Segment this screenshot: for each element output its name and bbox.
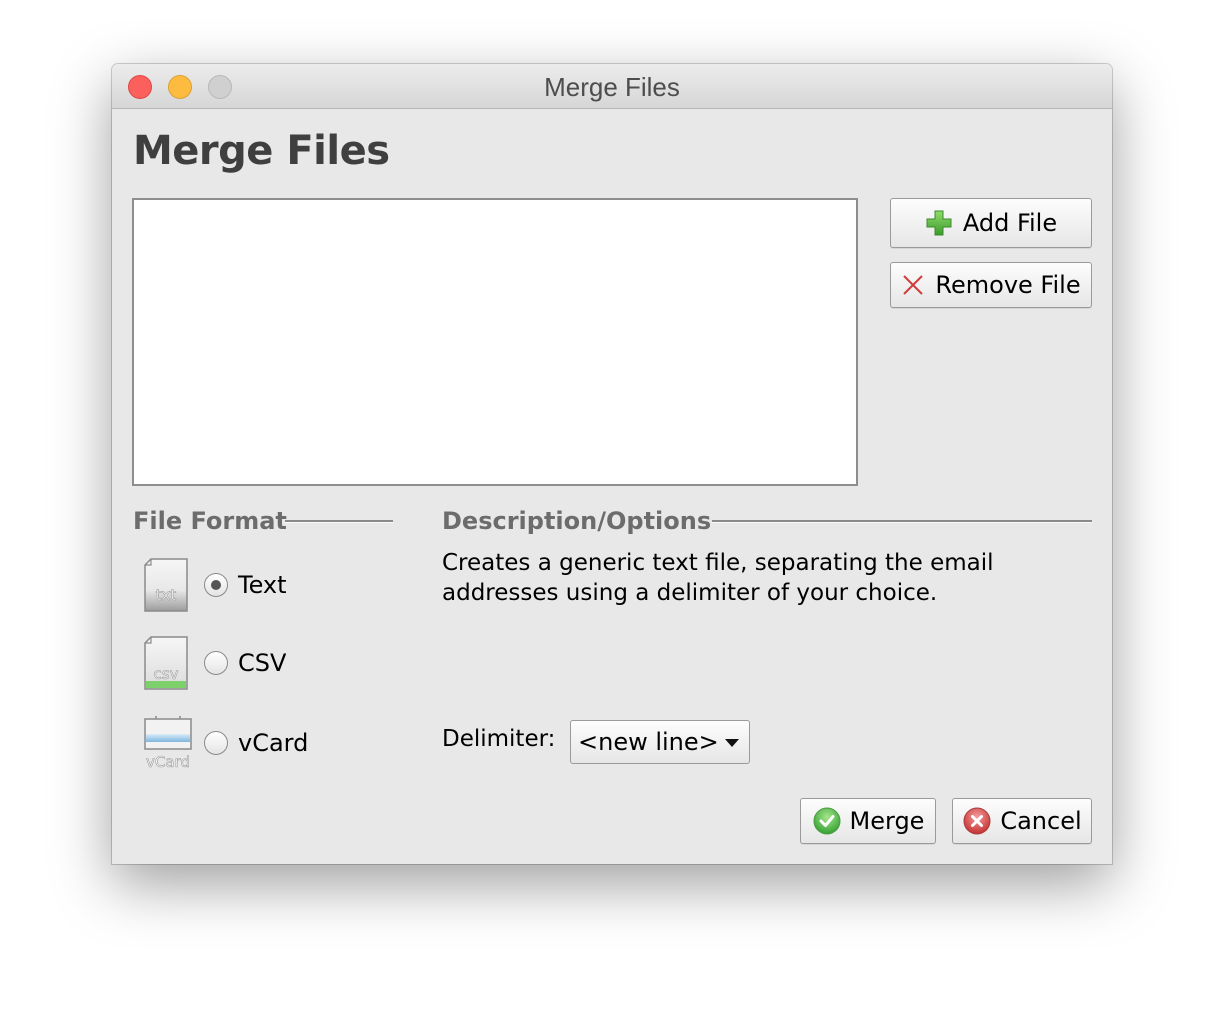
description-divider xyxy=(712,520,1092,523)
x-circle-icon xyxy=(963,807,991,835)
csv-file-icon: csv xyxy=(142,635,192,691)
add-file-button[interactable]: Add File xyxy=(890,198,1092,248)
format-option-text[interactable]: txt Text xyxy=(142,557,287,613)
file-format-divider xyxy=(285,520,393,523)
x-icon xyxy=(903,275,924,295)
merge-button[interactable]: Merge xyxy=(800,798,936,844)
delimiter-select[interactable]: <new line> xyxy=(570,720,750,764)
check-circle-icon xyxy=(813,807,841,835)
window-title: Merge Files xyxy=(544,72,680,102)
format-description: Creates a generic text file, separating … xyxy=(442,550,994,606)
merge-label: Merge xyxy=(849,807,925,835)
file-list[interactable] xyxy=(132,198,858,486)
vcard-icon-text: vCard xyxy=(146,753,190,771)
vcard-radio[interactable] xyxy=(204,731,228,755)
vcard-format-label[interactable]: vCard xyxy=(238,729,308,757)
file-format-section-label: File Format xyxy=(133,507,287,535)
delimiter-label: Delimiter: xyxy=(442,726,556,752)
txt-icon-text: txt xyxy=(156,586,177,604)
plus-icon xyxy=(926,210,952,236)
format-option-csv[interactable]: csv CSV xyxy=(142,635,286,691)
cancel-label: Cancel xyxy=(1000,807,1082,835)
description-section-label: Description/Options xyxy=(442,507,712,535)
chevron-down-icon xyxy=(725,739,739,747)
title-bar: Merge Files xyxy=(112,64,1112,109)
delimiter-value: <new line> xyxy=(578,728,719,756)
vcard-icon: vCard xyxy=(142,715,192,771)
merge-files-dialog: Merge Files Merge Files Add File Remove … xyxy=(112,64,1112,864)
text-format-label[interactable]: Text xyxy=(238,571,287,599)
txt-file-icon: txt xyxy=(142,557,192,613)
csv-icon-text: csv xyxy=(154,665,179,683)
csv-format-label[interactable]: CSV xyxy=(238,649,286,677)
cancel-button[interactable]: Cancel xyxy=(952,798,1092,844)
csv-radio[interactable] xyxy=(204,651,228,675)
format-option-vcard[interactable]: vCard vCard xyxy=(142,715,308,771)
page-title: Merge Files xyxy=(133,128,390,174)
radio-selected-dot xyxy=(211,580,221,590)
text-radio[interactable] xyxy=(204,573,228,597)
remove-file-label: Remove File xyxy=(935,271,1081,299)
remove-file-button[interactable]: Remove File xyxy=(890,262,1092,308)
add-file-label: Add File xyxy=(962,209,1058,237)
